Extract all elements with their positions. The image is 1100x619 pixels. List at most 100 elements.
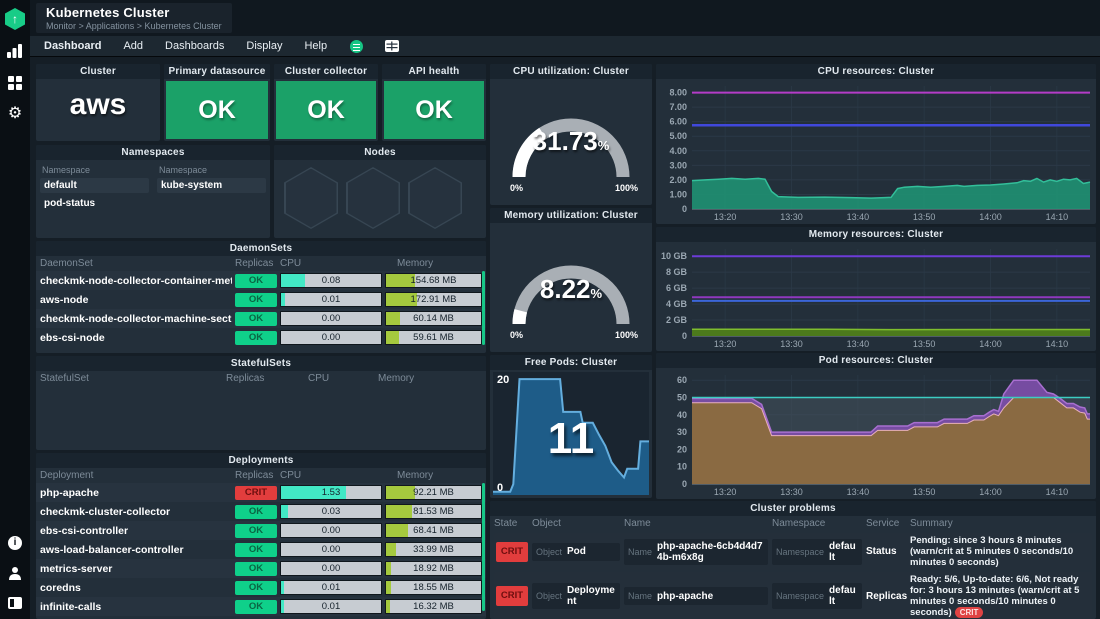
svg-text:6.00: 6.00 [669, 117, 687, 127]
cluster-collector-state[interactable]: OK [276, 81, 376, 139]
svg-text:13:40: 13:40 [847, 487, 870, 497]
name-label: Name [628, 546, 653, 557]
mem-bar-value: 154.68 MB [410, 275, 457, 286]
node-hexagon[interactable] [346, 167, 400, 229]
mem-bar-value: 92.21 MB [413, 487, 454, 498]
cpu-bar-value: 0.08 [321, 275, 341, 286]
deployment-row: aws-load-balancer-controller OK 0.00 33.99 … [36, 540, 486, 559]
views-icon[interactable] [385, 39, 400, 53]
info-icon[interactable]: i [0, 530, 30, 556]
daemonset-row: ebs-csi-node OK 0.00 59.61 MB [36, 328, 486, 347]
namespace-item[interactable]: pod-status [40, 196, 149, 211]
svg-text:14:00: 14:00 [979, 212, 1002, 222]
workload-name[interactable]: aws-node [40, 294, 232, 306]
filter-icon[interactable] [349, 39, 363, 53]
svg-text:1.00: 1.00 [669, 189, 687, 199]
workload-name[interactable]: checkmk-node-collector-machine-sections [40, 313, 232, 325]
deployment-row: ebs-csi-controller OK 0.00 68.41 MB [36, 521, 486, 540]
name-cell: Name php-apache-6cb4d4d74b-m6x8g [624, 538, 768, 565]
checkmk-logo-icon[interactable]: ↑ [0, 6, 30, 32]
menu-add[interactable]: Add [123, 40, 143, 52]
name-value[interactable]: php-apache-6cb4d4d74b-m6x8g [657, 541, 764, 563]
mem-bar: 92.21 MB [385, 485, 482, 500]
workload-name[interactable]: ebs-csi-controller [40, 525, 232, 537]
svg-text:13:30: 13:30 [780, 212, 803, 222]
panel-free-pods: Free Pods: Cluster 20 0 11 [490, 355, 652, 498]
replicas-state-badge[interactable]: OK [235, 523, 277, 538]
y-max-label: 20 [497, 374, 510, 386]
namespace-column-header: Namespace [159, 165, 208, 175]
object-value[interactable]: Pod [567, 546, 586, 557]
cpu-resources-chart: 13:20 13:30 13:40 13:50 14:00 14:10 0 1.00 2.00 3… [656, 79, 1096, 224]
node-hexagon[interactable] [284, 167, 338, 229]
service-link[interactable]: Replicas [866, 591, 907, 602]
api-health-state[interactable]: OK [384, 81, 484, 139]
cluster-name-value[interactable]: aws [36, 88, 160, 122]
node-hexagon[interactable] [408, 167, 462, 229]
daemonsets-header: DaemonSet Replicas CPU Memory [40, 258, 434, 269]
customize-icon[interactable] [0, 70, 30, 96]
menu-dashboards[interactable]: Dashboards [165, 40, 224, 52]
scrollbar[interactable] [482, 483, 485, 611]
namespace-value[interactable]: default [829, 585, 858, 607]
replicas-state-badge[interactable]: OK [235, 580, 277, 595]
cpu-bar: 0.00 [280, 311, 382, 326]
state-badge[interactable]: CRIT [496, 541, 528, 562]
replicas-state-badge[interactable]: OK [235, 504, 277, 519]
workload-name[interactable]: metrics-server [40, 563, 232, 575]
svg-text:3.00: 3.00 [669, 160, 687, 170]
daemonset-row: checkmk-node-collector-container-metrics… [36, 271, 486, 290]
panel-namespaces: Namespaces Namespace default pod-status Nam… [36, 145, 270, 238]
menu-dashboard[interactable]: Dashboard [44, 40, 101, 52]
svg-text:2 GB: 2 GB [666, 315, 688, 325]
panel-cluster-collector: Cluster collector OK [274, 64, 378, 141]
menu-display[interactable]: Display [246, 40, 282, 52]
node-hexagon-inner [285, 168, 337, 228]
namespace-label: Namespace [776, 591, 825, 601]
service-link[interactable]: Status [866, 546, 906, 557]
monitor-icon[interactable] [0, 38, 30, 64]
scrollbar[interactable] [482, 271, 485, 345]
cpu-bar: 0.00 [280, 523, 382, 538]
replicas-state-badge[interactable]: OK [235, 542, 277, 557]
cpu-gauge-value: 31.73% [532, 126, 610, 156]
workload-name[interactable]: coredns [40, 582, 232, 594]
namespace-item[interactable]: kube-system [157, 178, 266, 193]
replicas-state-badge[interactable]: OK [235, 292, 277, 307]
workload-name[interactable]: ebs-csi-node [40, 332, 232, 344]
panel-title: DaemonSets [36, 241, 486, 256]
replicas-state-badge[interactable]: OK [235, 311, 277, 326]
setup-gear-icon[interactable]: ⚙ [0, 100, 30, 126]
cpu-bar: 1.53 [280, 485, 382, 500]
object-value[interactable]: Deployment [567, 585, 616, 607]
svg-text:0: 0 [682, 331, 687, 341]
svg-text:4.00: 4.00 [669, 146, 687, 156]
namespace-cell: Namespace default [772, 538, 862, 565]
panel-deployments: Deployments Deployment Replicas CPU Memory… [36, 453, 486, 619]
panel-title: Memory resources: Cluster [656, 227, 1096, 242]
cpu-bar-value: 0.03 [321, 506, 341, 517]
state-badge[interactable]: CRIT [496, 586, 528, 606]
name-value[interactable]: php-apache [657, 591, 713, 602]
cpu-bar: 0.01 [280, 292, 382, 307]
workload-name[interactable]: infinite-calls [40, 601, 232, 613]
workload-name[interactable]: aws-load-balancer-controller [40, 544, 232, 556]
user-icon[interactable] [0, 560, 30, 586]
replicas-state-badge[interactable]: OK [235, 561, 277, 576]
namespace-column: Namespace kube-system [157, 163, 266, 214]
primary-datasource-state[interactable]: OK [166, 81, 268, 139]
workload-name[interactable]: php-apache [40, 487, 232, 499]
svg-text:8.00: 8.00 [669, 88, 687, 98]
menu-help[interactable]: Help [304, 40, 327, 52]
sidebar-toggle-icon[interactable] [0, 590, 30, 616]
replicas-state-badge[interactable]: CRIT [235, 485, 277, 500]
summary-text: Ready: 5/6, Up-to-date: 6/6, Not ready f… [910, 574, 1080, 618]
namespace-item[interactable]: default [40, 178, 149, 193]
workload-name[interactable]: checkmk-node-collector-container-metrics [40, 275, 232, 287]
svg-text:5.00: 5.00 [669, 131, 687, 141]
replicas-state-badge[interactable]: OK [235, 330, 277, 345]
namespace-value[interactable]: default [829, 541, 858, 563]
replicas-state-badge[interactable]: OK [235, 599, 277, 614]
replicas-state-badge[interactable]: OK [235, 273, 277, 288]
workload-name[interactable]: checkmk-cluster-collector [40, 506, 232, 518]
